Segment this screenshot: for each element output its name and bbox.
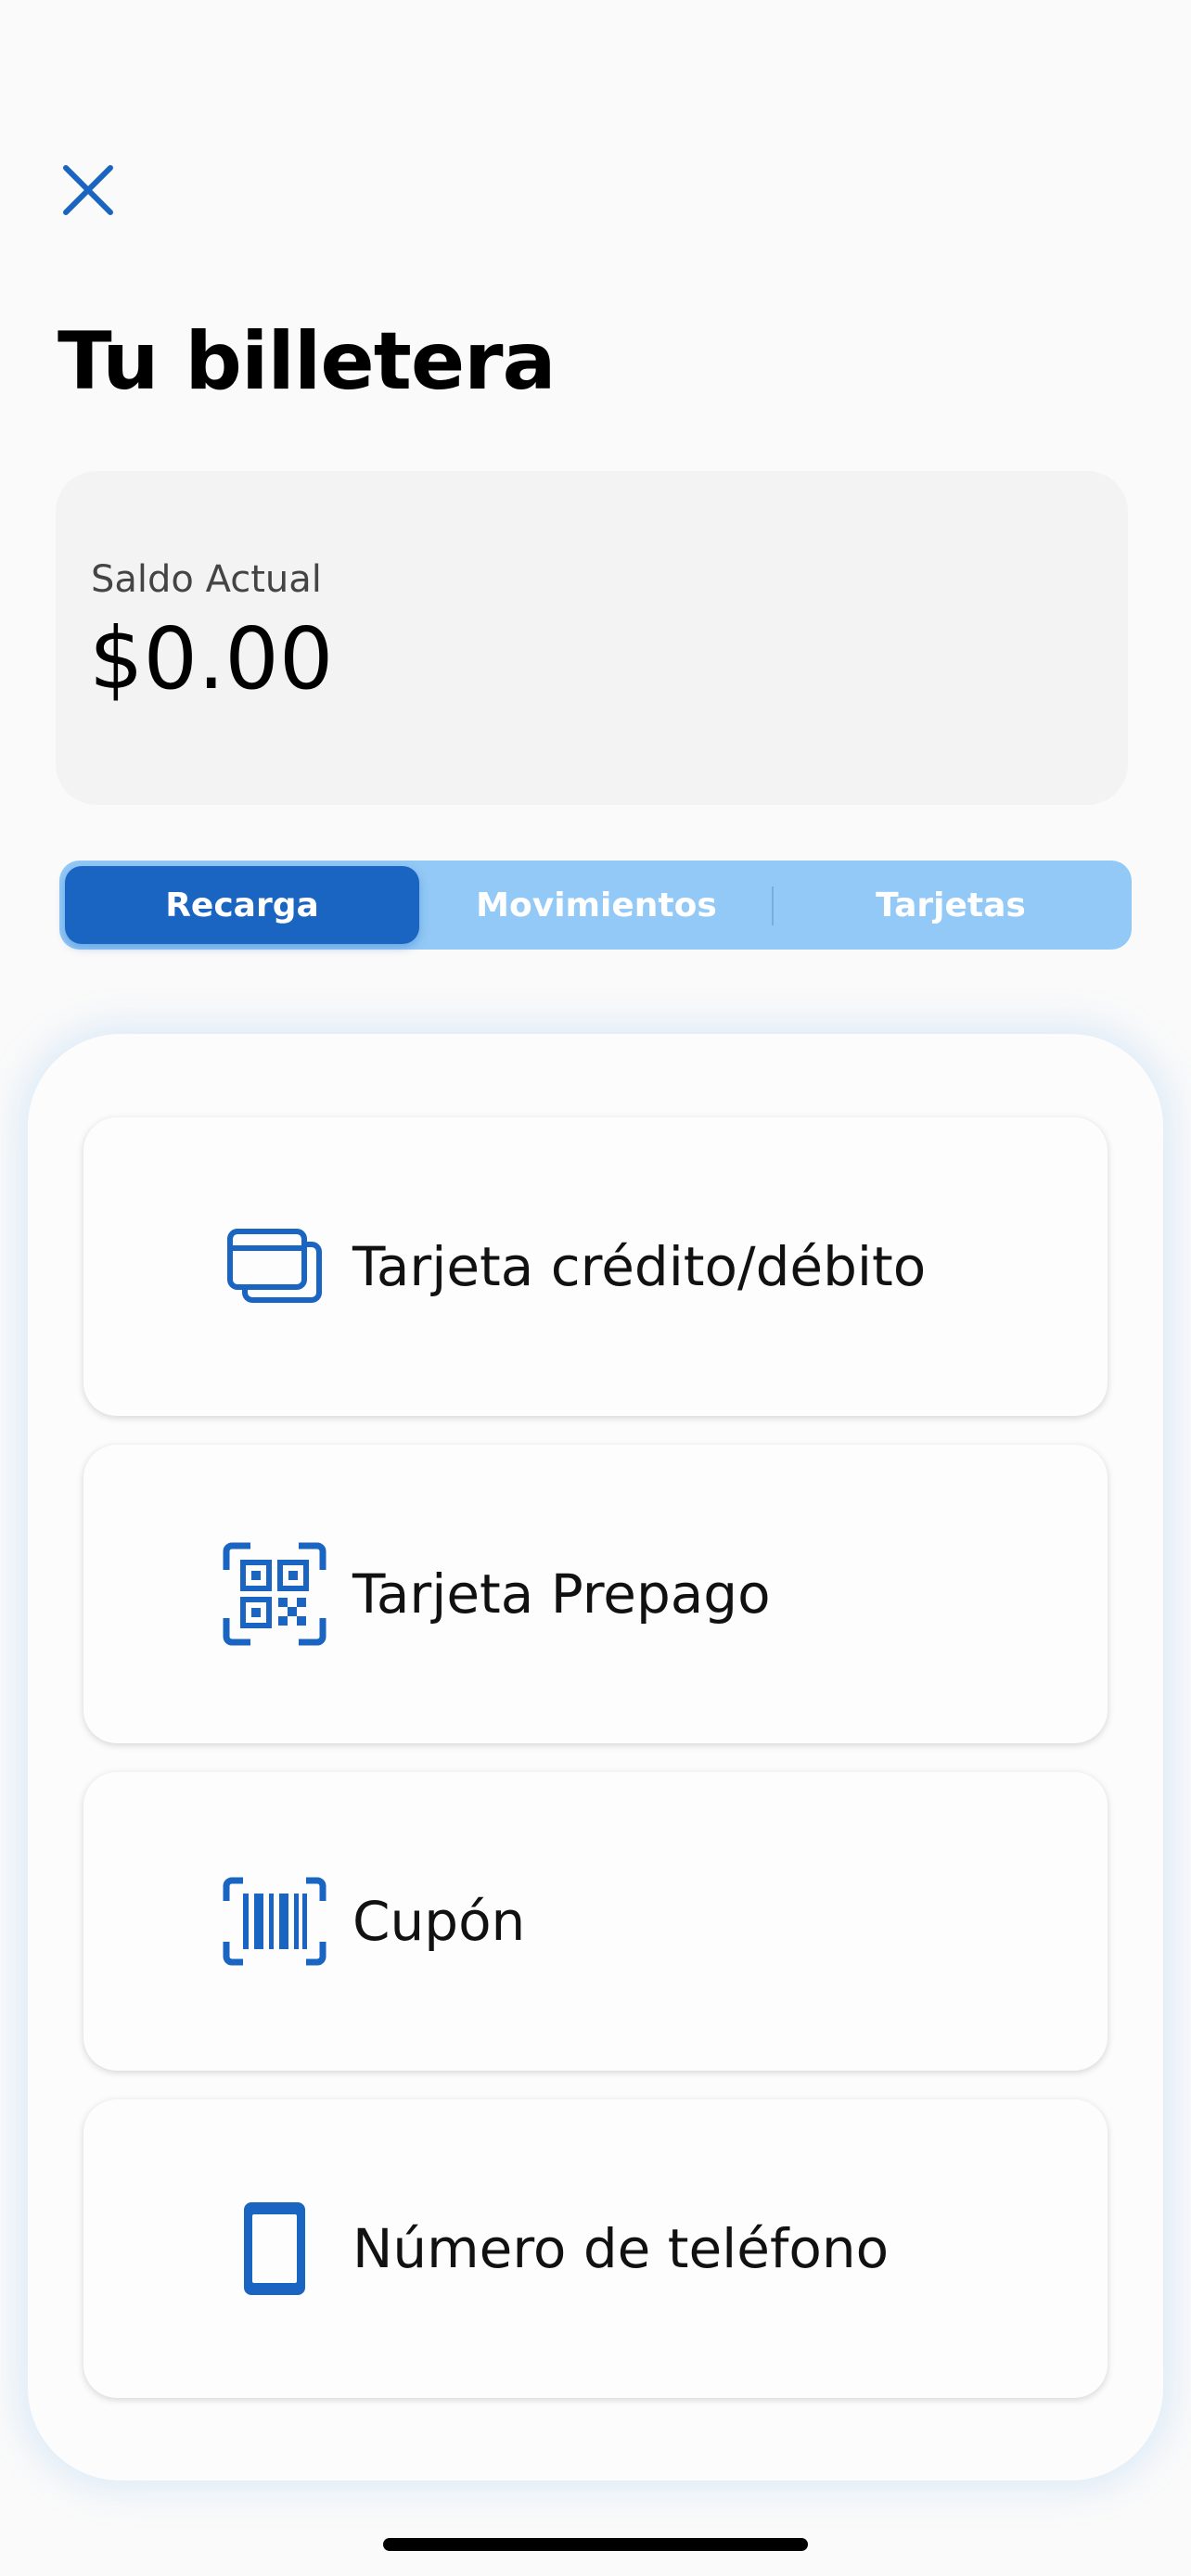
tab-tarjetas[interactable]: Tarjetas <box>774 866 1128 944</box>
segmented-tabs: Recarga Movimientos Tarjetas <box>59 861 1132 950</box>
option-coupon[interactable]: Cupón <box>83 1772 1108 2071</box>
option-label: Tarjeta Prepago <box>352 1562 771 1626</box>
option-label: Tarjeta crédito/débito <box>352 1235 927 1298</box>
option-label: Cupón <box>352 1890 526 1953</box>
close-icon <box>63 165 113 215</box>
qr-code-icon <box>223 1542 327 1646</box>
recharge-options-panel: Tarjeta crédito/débito Tarjeta Prepago C… <box>28 1034 1163 2480</box>
page-title: Tu billetera <box>58 315 557 408</box>
balance-value: $0.00 <box>89 609 334 708</box>
barcode-icon <box>223 1869 327 1973</box>
phone-icon <box>223 2197 327 2301</box>
tab-recarga[interactable]: Recarga <box>65 866 419 944</box>
option-prepaid-card[interactable]: Tarjeta Prepago <box>83 1445 1108 1743</box>
option-phone-number[interactable]: Número de teléfono <box>83 2099 1108 2398</box>
option-label: Número de teléfono <box>352 2217 890 2280</box>
balance-label: Saldo Actual <box>91 558 322 601</box>
tab-movimientos[interactable]: Movimientos <box>419 866 774 944</box>
credit-cards-icon <box>223 1215 327 1319</box>
home-indicator[interactable] <box>383 2538 808 2551</box>
option-credit-debit-card[interactable]: Tarjeta crédito/débito <box>83 1117 1108 1416</box>
close-button[interactable] <box>56 158 121 223</box>
balance-card: Saldo Actual $0.00 <box>56 471 1128 805</box>
